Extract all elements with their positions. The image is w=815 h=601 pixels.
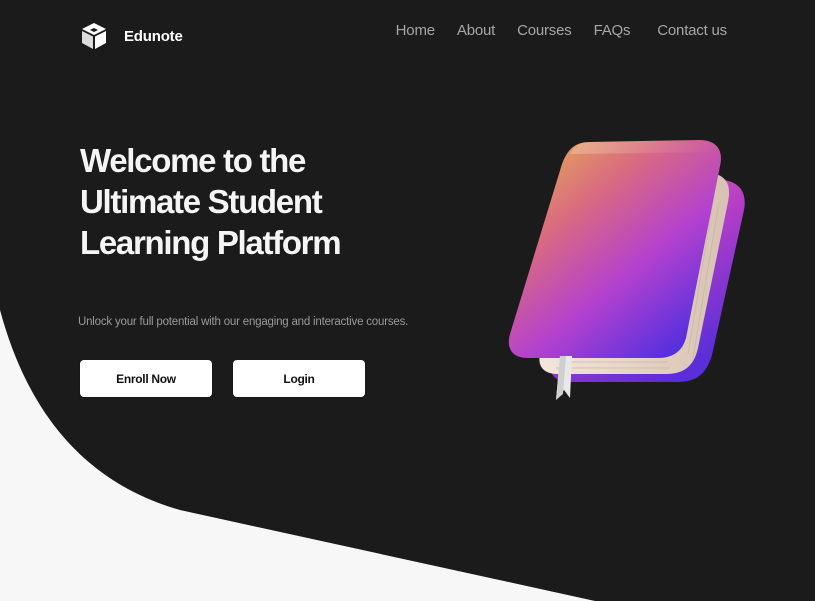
enroll-now-button[interactable]: Enroll Now (80, 360, 212, 397)
login-button[interactable]: Login (233, 360, 365, 397)
brand-name: Edunote (124, 27, 183, 45)
nav-contact[interactable]: Contact us (657, 22, 727, 40)
hero-title: Welcome to the Ultimate Student Learning… (80, 140, 440, 263)
nav-faqs[interactable]: FAQs (594, 22, 631, 40)
brand[interactable]: Edunote (80, 22, 183, 50)
book-icon (508, 140, 745, 400)
hero-title-line: Ultimate Student (80, 183, 323, 220)
landing-page: Edunote Home About Courses FAQs Contact … (0, 0, 815, 601)
nav-courses[interactable]: Courses (517, 22, 572, 40)
main-nav: Home About Courses FAQs Contact us (396, 22, 728, 40)
hero-title-line: Learning Platform (80, 224, 342, 261)
edunote-logo-icon (82, 23, 106, 49)
hero-title-line: Welcome to the (80, 142, 306, 179)
hero-subtitle: Unlock your full potential with our enga… (78, 316, 409, 328)
nav-home[interactable]: Home (396, 22, 435, 40)
nav-about[interactable]: About (457, 22, 495, 40)
